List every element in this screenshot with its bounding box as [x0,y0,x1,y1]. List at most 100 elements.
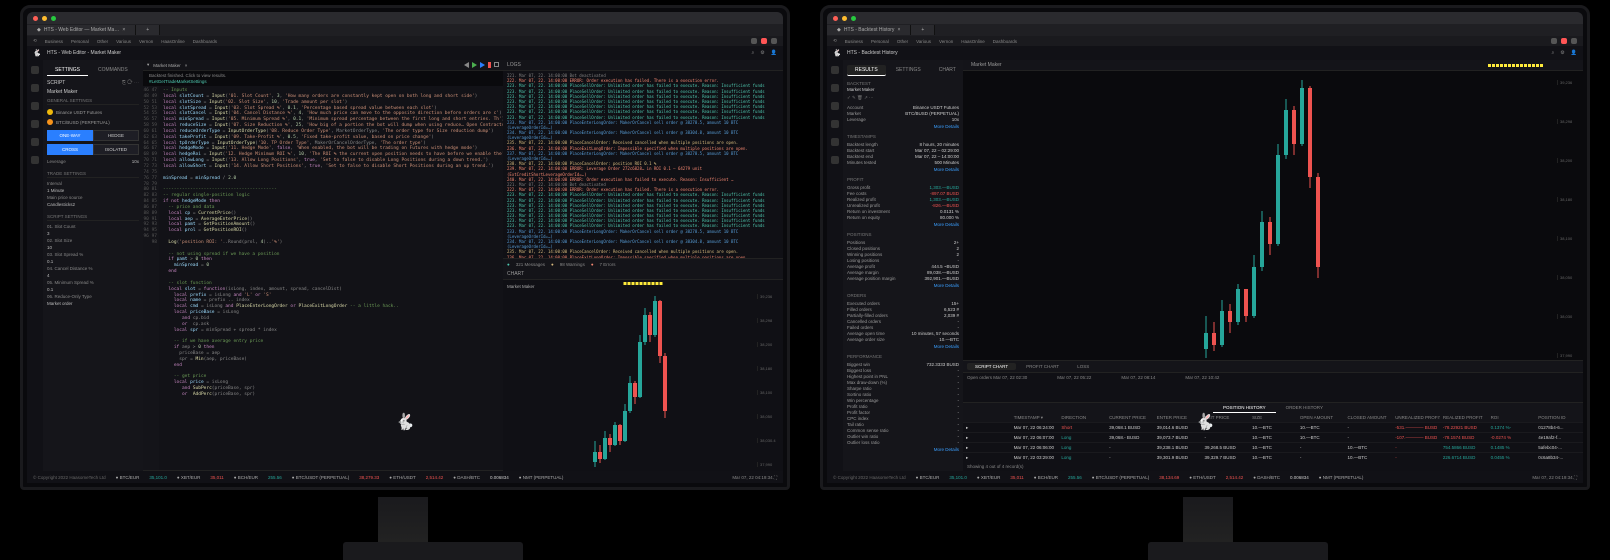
bookmark[interactable]: Various [916,39,931,44]
tab-results[interactable]: RESULTS [847,65,886,76]
field[interactable]: Interval [47,180,139,187]
seg-oneway[interactable]: ONE-WAY [47,130,93,141]
tab-commands[interactable]: COMMANDS [90,65,136,76]
tab-order-history[interactable]: ORDER HISTORY [1276,403,1333,413]
traffic-light-min[interactable] [42,16,47,21]
bookmark[interactable]: Other [897,39,908,44]
play-icon[interactable] [472,62,477,68]
table-row[interactable]: ▸Mar 07, 22 03:29:00Long-39,301.9 BUSD39… [963,452,1583,462]
shield-icon[interactable] [1561,38,1567,44]
table-row[interactable]: ▸Mar 07, 22 06:24:00Short39,068.1 BUSD39… [963,422,1583,432]
rail-icon[interactable] [31,156,39,164]
run-icon[interactable] [480,62,485,68]
leverage-field[interactable]: Leverage10x [47,158,139,165]
bookmark[interactable]: HaasOnline [961,39,985,44]
rail-icon[interactable] [31,138,39,146]
seg-hedge[interactable]: HEDGE [93,130,139,141]
bookmark[interactable]: Vernon [139,39,153,44]
traffic-light-close[interactable] [33,16,38,21]
close-icon[interactable]: × [185,63,188,68]
seg-isolated[interactable]: ISOLATED [93,144,139,155]
user-icon[interactable]: 👤 [1571,50,1577,56]
rail-icon[interactable] [831,66,839,74]
bookmark[interactable]: Vernon [939,39,953,44]
gear-icon[interactable]: ⚙ [1560,50,1564,56]
user-icon[interactable]: 👤 [771,50,777,56]
seg-cross[interactable]: CROSS [47,144,93,155]
script-field[interactable]: 10 [47,244,139,251]
script-field[interactable]: 02. Slot Size [47,237,139,244]
stop-icon[interactable] [488,62,491,68]
script-field[interactable]: 05. Minimum Spread % [47,279,139,286]
rail-icon[interactable] [831,120,839,128]
bookmark[interactable]: Dashboards [193,39,217,44]
ct-profit[interactable]: PROFIT CHART [1018,363,1067,370]
menu-icon[interactable] [1571,38,1577,44]
ct-script[interactable]: SCRIPT CHART [967,363,1016,370]
traffic-light-max[interactable] [51,16,56,21]
search-icon[interactable]: ⌕ [751,50,754,56]
bookmark[interactable]: Personal [71,39,89,44]
market-row[interactable]: BTC/BUSD (PERPETUAL) [47,117,139,127]
script-field[interactable]: 3 [47,230,139,237]
more-details-link[interactable]: More Details [847,167,959,172]
ext-icon[interactable] [751,38,757,44]
ct-loss[interactable]: LOSS [1069,363,1097,370]
script-field[interactable]: 01. Slot Count [47,223,139,230]
traffic-light-min[interactable] [842,16,847,21]
ext-icon[interactable] [1551,38,1557,44]
browser-tab-new[interactable]: + [911,25,935,35]
script-field[interactable]: 06. Reduce-Only Type [47,293,139,300]
main-chart[interactable]: Market Maker 39,23638,29838,20038,18038,… [963,60,1583,372]
bookmark[interactable]: HaasOnline [161,39,185,44]
tab-position-history[interactable]: POSITION HISTORY [1213,403,1276,413]
tab-settings[interactable]: SETTINGS [47,65,88,76]
table-row[interactable]: ▸Mar 07, 22 06:07:00Long39,068.- BUSD39,… [963,432,1583,442]
script-field[interactable]: 0.1 [47,258,139,265]
bookmark[interactable]: Business [845,39,863,44]
close-icon[interactable]: × [122,27,125,33]
rail-icon[interactable] [831,156,839,164]
script-field[interactable]: Market order [47,300,139,307]
tab-settings[interactable]: SETTINGS [888,65,929,76]
script-field[interactable]: 04. Cancel Distance % [47,265,139,272]
rail-icon[interactable] [831,138,839,146]
browser-tab-new[interactable]: + [136,25,160,35]
bookmark[interactable]: Various [116,39,131,44]
logs-panel[interactable]: 221. Mar 07, 22. 14:00:00 Bot deactivate… [503,71,783,259]
bookmark[interactable]: Personal [871,39,889,44]
bookmark[interactable]: Other [97,39,108,44]
more-details-link[interactable]: More Details [847,124,959,129]
more-details-link[interactable]: More Details [847,283,959,288]
close-icon[interactable]: × [897,27,900,33]
bookmark[interactable]: Business [45,39,63,44]
more-details-link[interactable]: More Details [847,222,959,227]
file-tab[interactable]: Market Maker [153,63,181,68]
rail-icon[interactable] [31,120,39,128]
field[interactable]: 1 Minute [47,187,139,194]
bookmark[interactable]: Dashboards [993,39,1017,44]
settings-icon[interactable] [494,62,499,67]
code-editor[interactable]: -- Inputs local slotCount = Input('01. S… [159,86,503,470]
search-icon[interactable]: ⌕ [1551,50,1554,56]
browser-tab-active[interactable]: ◆HTS - Backtest History× [827,25,911,35]
menu-icon[interactable] [771,38,777,44]
field[interactable]: Candlesticks2 [47,201,139,208]
table-row[interactable]: ▸Mar 07, 22 06:06:00Long-39,238.1 BUSD39… [963,442,1583,452]
rail-icon[interactable] [31,102,39,110]
field[interactable]: Main price source [47,194,139,201]
result-tools[interactable]: ✓ ✎ 🗑 ↗ ⋯ [847,95,959,101]
traffic-light-max[interactable] [851,16,856,21]
step-back-icon[interactable] [464,62,469,68]
margin-segment[interactable]: CROSS ISOLATED [47,144,139,155]
hedge-segment[interactable]: ONE-WAY HEDGE [47,130,139,141]
script-field[interactable]: 03. Slot Spread % [47,251,139,258]
script-field[interactable]: 4 [47,272,139,279]
shield-icon[interactable] [761,38,767,44]
tab-chart[interactable]: CHART [931,65,963,76]
more-details-link[interactable]: More Details [847,344,959,349]
rail-icon[interactable] [831,102,839,110]
script-field[interactable]: 0.1 [47,286,139,293]
mini-chart[interactable]: Market Maker 39,23638,29838,20038,18038,… [503,280,783,471]
rail-icon[interactable] [31,66,39,74]
